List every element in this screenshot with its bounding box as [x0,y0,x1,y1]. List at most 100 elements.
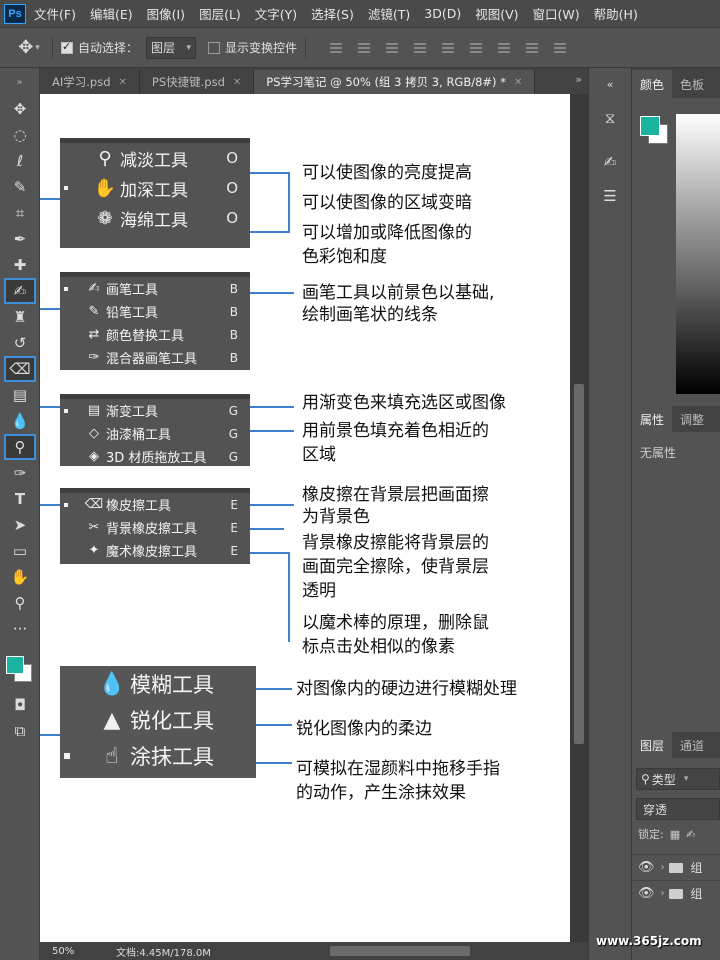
document-canvas[interactable]: ⚲ 减淡工具 O ✋ 加深工具 O ❁ 海绵工具 O 可以使图像的亮度提高 可以… [40,94,570,942]
eye-icon[interactable]: 👁 [638,886,655,901]
search-icon: ⚲ [641,772,650,786]
chevron-right-icon[interactable]: › [661,888,665,899]
menu-filter[interactable]: 滤镜(T) [368,4,410,23]
align-bottom-icon[interactable] [384,41,400,55]
ellipse-marquee-icon[interactable]: ◌ [4,122,36,148]
dodge-icon: ⚲ [98,147,112,169]
lasso-icon[interactable]: ℓ [4,148,36,174]
lock-paint-icon[interactable]: ✍ [686,828,695,841]
distribute-bottom-icon[interactable] [552,41,568,55]
color-picker-field[interactable] [676,114,720,394]
tab-swatches[interactable]: 色板 [672,70,712,98]
rectangle-tool-icon[interactable]: ▭ [4,538,36,564]
more-tools-icon[interactable]: ··· [4,616,36,642]
tool-name: 3D 材质拖放工具 [106,451,207,466]
annotation-text: 以魔术棒的原理，删除鼠 [302,613,489,633]
healing-brush-icon[interactable]: ✚ [4,252,36,278]
foreground-color-swatch[interactable] [640,116,660,136]
quick-select-icon[interactable]: ✎ [4,174,36,200]
move-tool-preset-icon[interactable]: ✥ ▾ [14,33,44,63]
distribute-top-icon[interactable] [496,41,512,55]
layer-row[interactable]: 👁 › 组 [632,854,720,880]
connector-line [288,172,290,232]
menu-layer[interactable]: 图层(L) [199,4,241,23]
menu-window[interactable]: 窗口(W) [533,4,580,23]
tool-row: ⌫ 橡皮擦工具 E [60,493,250,516]
tab-properties[interactable]: 属性 [632,406,673,432]
color-swatches[interactable] [0,648,40,692]
history-brush-icon[interactable]: ↺ [4,330,36,356]
dodge-tool-icon[interactable]: ⚲ [4,434,36,460]
auto-select-checkbox[interactable] [61,40,73,54]
tab-adjustments[interactable]: 调整 [672,406,712,432]
chevron-right-icon[interactable]: › [661,862,665,873]
more-tabs-icon[interactable]: » [575,73,582,86]
tool-row: ✂ 背景橡皮擦工具 E [60,516,250,539]
tab-channels[interactable]: 通道 [672,732,712,758]
menu-image[interactable]: 图像(I) [147,4,185,23]
menu-3d[interactable]: 3D(D) [424,6,461,21]
auto-select-dropdown[interactable]: 图层 ▾ [146,36,197,59]
collapse-icon[interactable]: « [597,72,623,96]
layer-filter[interactable]: ⚲ 类型 ▾ [636,768,720,790]
tab-ai-study[interactable]: AI学习.psd ✕ [40,70,140,94]
distribute-vcenter-icon[interactable] [524,41,540,55]
tool-row: 💧 模糊工具 [60,666,256,702]
scrollbar-thumb[interactable] [574,384,584,744]
close-icon[interactable]: ✕ [514,77,522,88]
pen-tool-icon[interactable]: ✑ [4,460,36,486]
align-vcenter-icon[interactable] [356,41,372,55]
tools-panel: » ✥ ◌ ℓ ✎ ⌗ ✒ ✚ ✍ ♜ ↺ ⌫ ▤ 💧 ⚲ ✑ T ➤ ▭ ✋ … [0,68,40,960]
type-tool-icon[interactable]: T [4,486,36,512]
annotation-text: 的动作，产生涂抹效果 [296,783,466,803]
eye-icon[interactable]: 👁 [638,860,655,875]
lock-transparent-icon[interactable]: ▦ [670,828,680,841]
watermark-text: www.365jz.com [596,934,702,948]
gradient-tool-icon[interactable]: ▤ [4,382,36,408]
show-transform-checkbox[interactable] [208,41,221,54]
crop-icon[interactable]: ⌗ [4,200,36,226]
menu-file[interactable]: 文件(F) [34,4,76,23]
history-icon[interactable]: ⧖ [597,106,623,130]
move-tool-icon[interactable]: ✥ [4,96,36,122]
annotation-text: 用渐变色来填充选区或图像 [302,393,506,413]
blend-mode-dropdown[interactable]: 穿透 [636,798,720,820]
align-top-icon[interactable] [328,41,344,55]
zoom-tool-icon[interactable]: ⚲ [4,590,36,616]
eraser-tool-icon[interactable]: ⌫ [4,356,36,382]
menu-view[interactable]: 视图(V) [475,4,518,23]
tab-layers[interactable]: 图层 [632,732,673,758]
tab-ps-shortcuts[interactable]: PS快捷键.psd ✕ [139,70,255,94]
close-icon[interactable]: ✕ [233,77,241,88]
path-select-icon[interactable]: ➤ [4,512,36,538]
tab-color[interactable]: 颜色 [632,70,673,98]
horizontal-scrollbar[interactable] [330,946,470,956]
tab-ps-notes[interactable]: PS学习笔记 @ 50% (组 3 拷贝 3, RGB/8#) * ✕ [254,70,536,94]
layer-row[interactable]: 👁 › 组 [632,880,720,906]
foreground-color-swatch[interactable] [6,656,24,674]
align-right-icon[interactable] [468,41,484,55]
zoom-level[interactable]: 50% [52,946,102,957]
collapse-icon[interactable]: » [0,68,39,96]
blur-tool-icon[interactable]: 💧 [4,408,36,434]
no-properties-text: 无属性 [640,446,677,460]
quick-mask-icon[interactable]: ◘ [4,692,36,718]
clone-stamp-icon[interactable]: ♜ [4,304,36,330]
menu-help[interactable]: 帮助(H) [594,4,638,23]
connector-line [256,724,292,726]
adjust-sliders-icon[interactable]: ☰ [597,184,623,208]
menu-edit[interactable]: 编辑(E) [90,4,133,23]
layers-tabs: 图层 通道 [632,732,720,758]
brush-settings-icon[interactable]: ✍ [597,150,623,174]
vertical-scrollbar[interactable] [570,94,588,942]
screen-mode-icon[interactable]: ⧉ [4,718,36,744]
align-hcenter-icon[interactable] [440,41,456,55]
align-left-icon[interactable] [412,41,428,55]
eyedropper-icon[interactable]: ✒ [4,226,36,252]
menu-type[interactable]: 文字(Y) [255,4,297,23]
menu-select[interactable]: 选择(S) [311,4,354,23]
hand-tool-icon[interactable]: ✋ [4,564,36,590]
brush-tool-icon[interactable]: ✍ [4,278,36,304]
blur-tools-panel: 💧 模糊工具 ▲ 锐化工具 ☝ 涂抹工具 [60,666,256,778]
close-icon[interactable]: ✕ [119,77,127,88]
